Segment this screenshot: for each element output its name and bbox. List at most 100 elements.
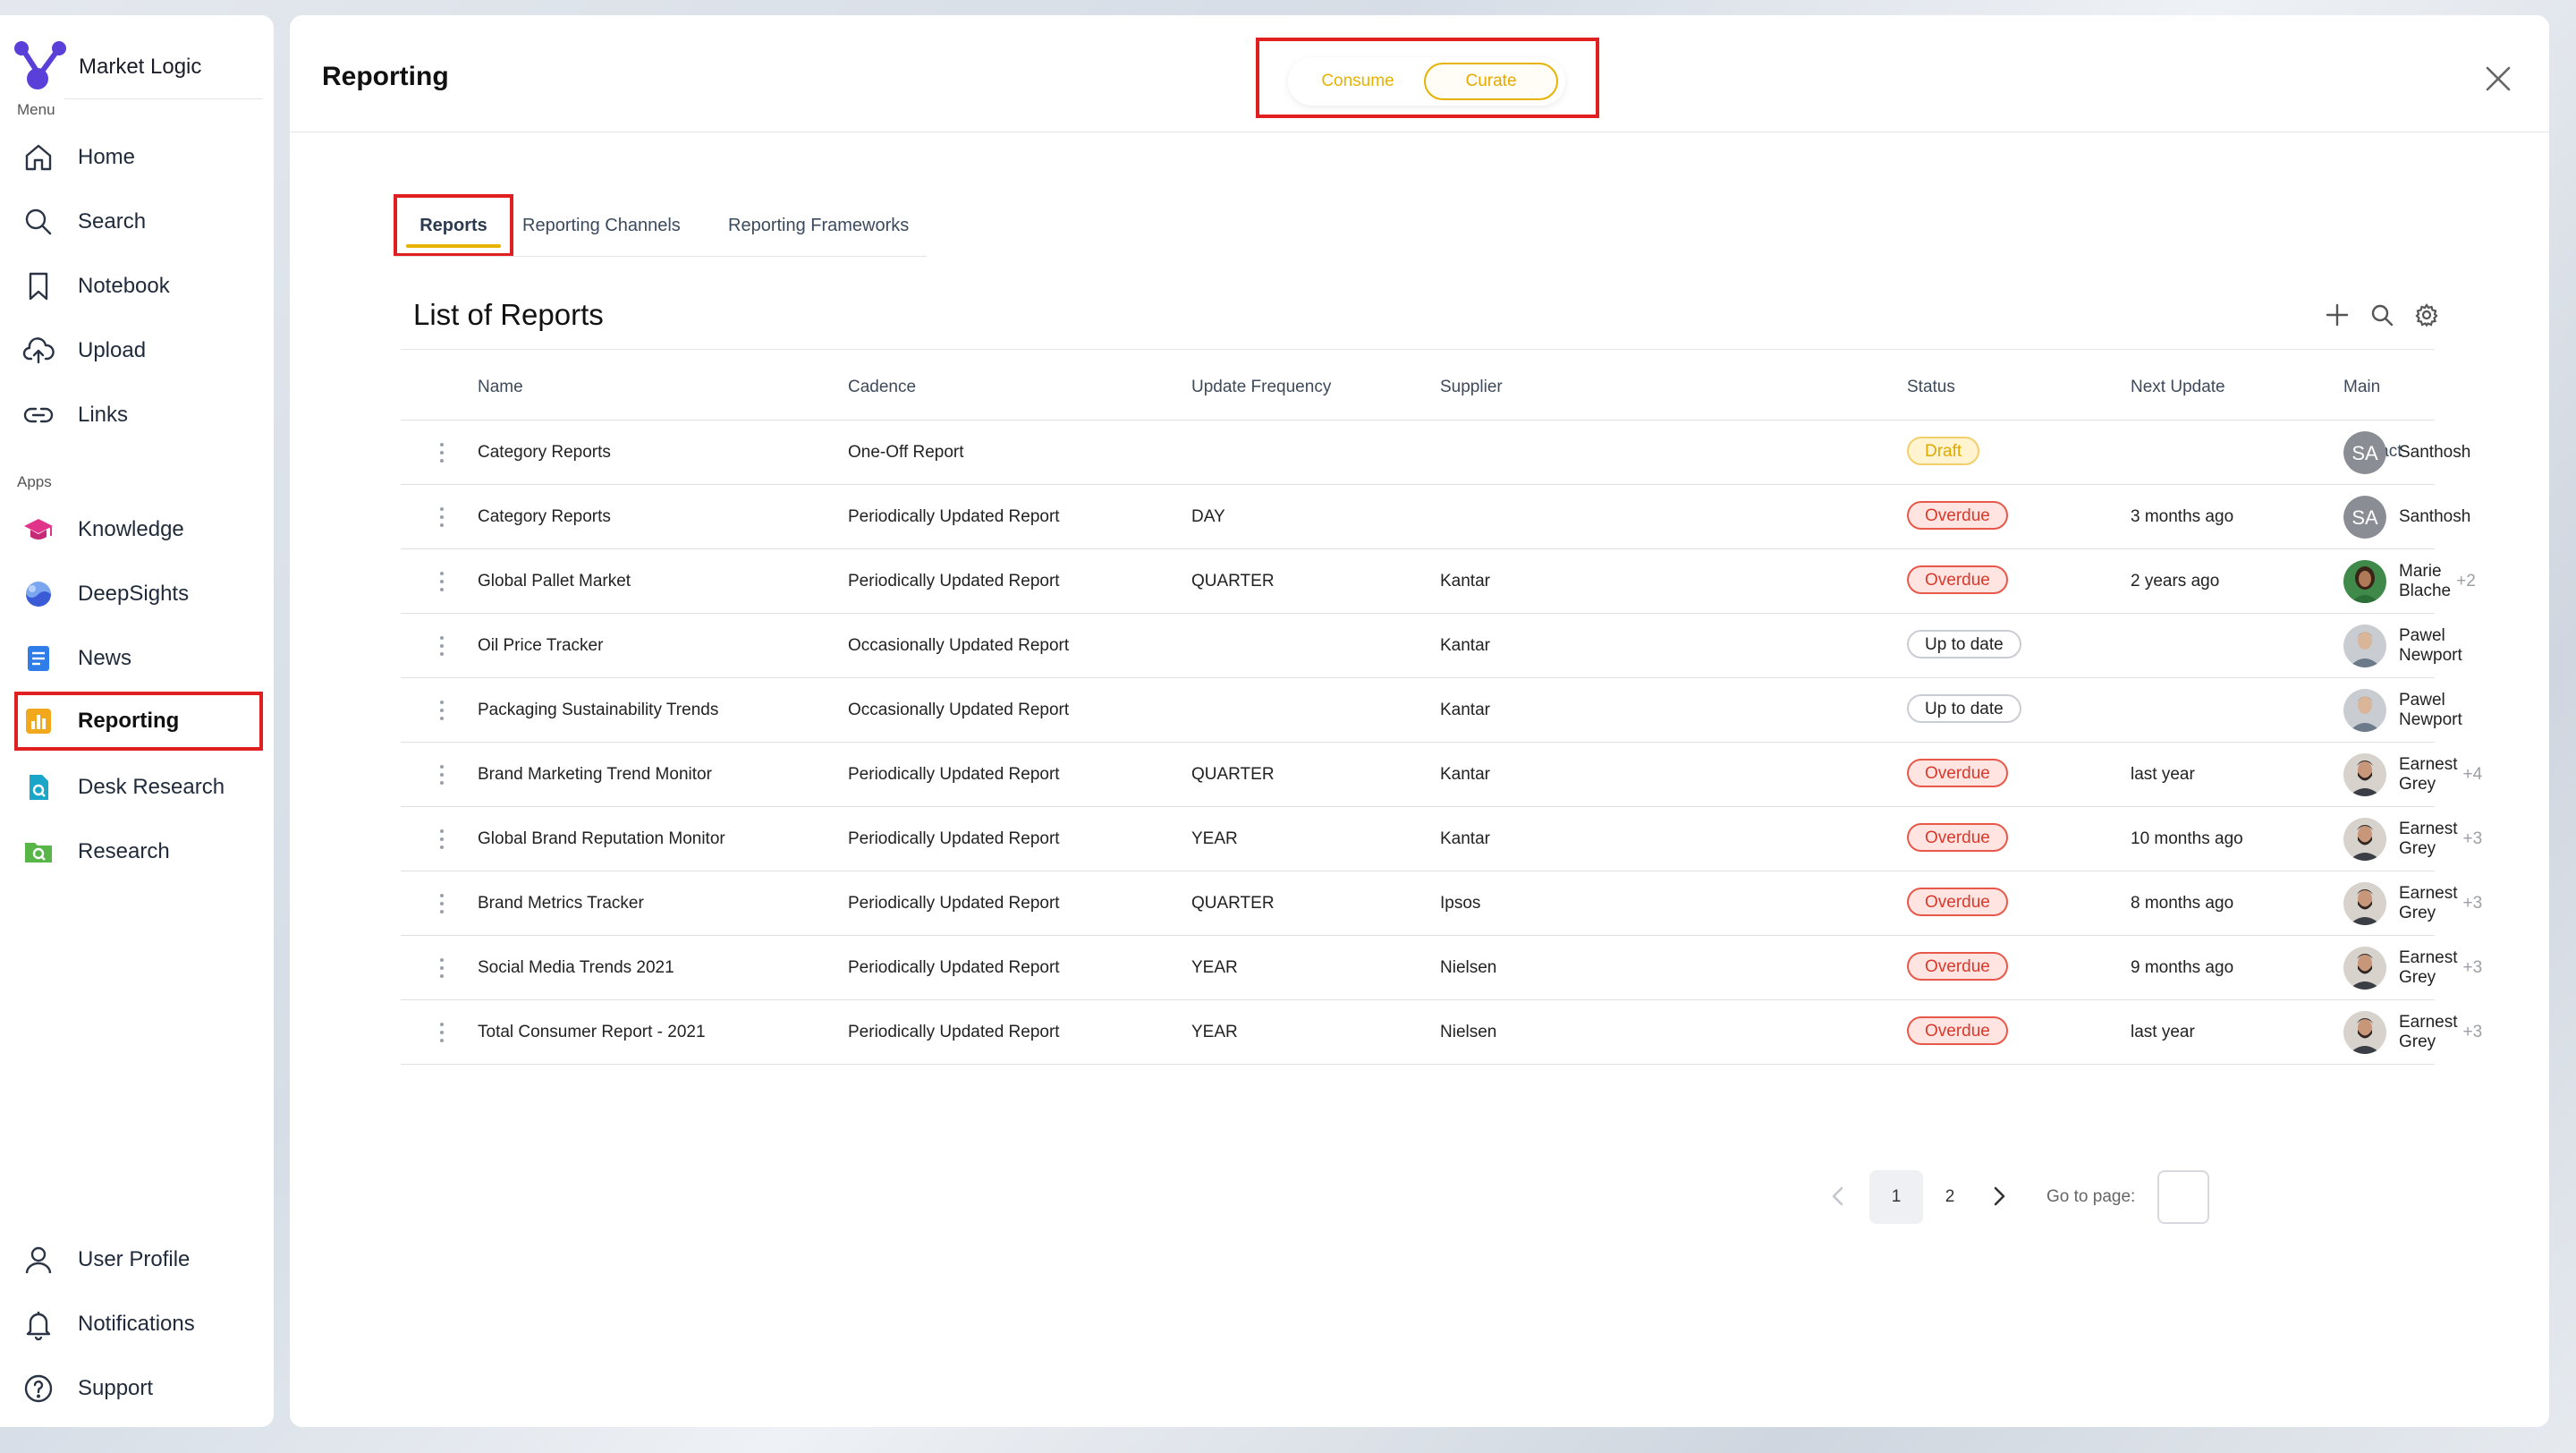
tab-reports[interactable]: Reports xyxy=(394,194,513,257)
sidebar-item-label: User Profile xyxy=(78,1247,191,1271)
bell-icon xyxy=(21,1306,56,1342)
sidebar-item-upload[interactable]: Upload xyxy=(14,321,263,380)
report-supplier: Kantar xyxy=(1440,829,1490,848)
table-row[interactable]: Packaging Sustainability Trends Occasiona… xyxy=(401,678,2462,743)
main-contact[interactable]: Pawel Newport xyxy=(2343,689,2468,732)
row-menu-icon[interactable] xyxy=(440,1023,444,1042)
report-supplier: Kantar xyxy=(1440,765,1490,784)
main-contact[interactable]: SA Santhosh xyxy=(2343,431,2476,474)
add-report-button[interactable] xyxy=(2322,300,2352,330)
report-name[interactable]: Social Media Trends 2021 xyxy=(478,936,674,999)
main-contact[interactable]: Pawel Newport xyxy=(2343,625,2468,667)
main-contact[interactable]: Earnest Grey +4 xyxy=(2343,753,2482,796)
sidebar-item-support[interactable]: Support xyxy=(14,1359,263,1418)
sidebar-item-user-profile[interactable]: User Profile xyxy=(14,1230,263,1289)
row-menu-icon[interactable] xyxy=(440,894,444,913)
contact-name: Earnest Grey xyxy=(2399,755,2458,794)
avatar xyxy=(2343,882,2386,925)
table-header: Name Cadence Update Frequency Supplier S… xyxy=(401,355,2435,461)
tab-reporting-channels[interactable]: Reporting Channels xyxy=(522,194,681,257)
report-cadence: Periodically Updated Report xyxy=(848,894,1060,913)
chevron-left-icon[interactable] xyxy=(1825,1183,1852,1210)
main-contact[interactable]: Earnest Grey +3 xyxy=(2343,882,2482,925)
sidebar: Market Logic Menu Home Search Notebook U… xyxy=(0,15,274,1427)
page-button-2[interactable]: 2 xyxy=(1923,1170,1977,1224)
row-menu-icon[interactable] xyxy=(440,507,444,527)
sidebar-item-deepsights[interactable]: DeepSights xyxy=(14,565,263,624)
report-name[interactable]: Brand Metrics Tracker xyxy=(478,871,644,935)
sidebar-item-knowledge[interactable]: Knowledge xyxy=(14,500,263,559)
column-header-name[interactable]: Name xyxy=(478,355,523,420)
tab-reporting-frameworks[interactable]: Reporting Frameworks xyxy=(728,194,909,257)
report-name[interactable]: Brand Marketing Trend Monitor xyxy=(478,743,712,806)
table-row[interactable]: Total Consumer Report - 2021 Periodically… xyxy=(401,1000,2482,1065)
graduation-cap-icon xyxy=(21,512,56,548)
row-menu-icon[interactable] xyxy=(440,765,444,785)
column-header-update-frequency[interactable]: Update Frequency xyxy=(1191,355,1331,420)
table-row[interactable]: Social Media Trends 2021 Periodically Upd… xyxy=(401,936,2482,1000)
help-icon xyxy=(21,1371,56,1406)
report-cadence: Periodically Updated Report xyxy=(848,958,1060,977)
table-row[interactable]: Global Brand Reputation Monitor Periodica… xyxy=(401,807,2482,871)
settings-button[interactable] xyxy=(2411,300,2442,330)
main-contact[interactable]: Marie Blache +2 xyxy=(2343,560,2476,603)
report-name[interactable]: Global Brand Reputation Monitor xyxy=(478,807,725,871)
table-row[interactable]: Brand Metrics Tracker Periodically Update… xyxy=(401,871,2482,936)
close-icon[interactable] xyxy=(2483,64,2513,94)
report-name[interactable]: Oil Price Tracker xyxy=(478,614,603,677)
report-name[interactable]: Packaging Sustainability Trends xyxy=(478,678,718,742)
report-name[interactable]: Category Reports xyxy=(478,421,611,484)
table-row[interactable]: Category Reports One-Off Report Draft SA San… xyxy=(401,421,2470,485)
sidebar-item-research[interactable]: Research xyxy=(14,822,263,881)
sidebar-item-notebook[interactable]: Notebook xyxy=(14,257,263,316)
sidebar-item-label: Upload xyxy=(78,338,147,362)
row-menu-icon[interactable] xyxy=(440,636,444,656)
report-cadence: Periodically Updated Report xyxy=(848,507,1060,526)
sidebar-item-news[interactable]: News xyxy=(14,629,263,688)
search-reports-button[interactable] xyxy=(2367,300,2397,330)
main-contact[interactable]: Earnest Grey +3 xyxy=(2343,947,2482,990)
sidebar-item-home[interactable]: Home xyxy=(14,128,263,187)
status-badge: Overdue xyxy=(1907,823,2008,852)
market-logic-logo-icon xyxy=(14,41,66,89)
report-frequency: QUARTER xyxy=(1191,765,1275,784)
mode-curate-option[interactable]: Curate xyxy=(1424,63,1558,100)
mode-consume-option[interactable]: Consume xyxy=(1297,63,1419,100)
row-menu-icon[interactable] xyxy=(440,829,444,849)
table-row[interactable]: Category Reports Periodically Updated Rep… xyxy=(401,485,2470,549)
row-menu-icon[interactable] xyxy=(440,443,444,463)
sidebar-item-reporting[interactable]: Reporting xyxy=(14,692,263,751)
row-menu-icon[interactable] xyxy=(440,572,444,591)
column-header-status[interactable]: Status xyxy=(1907,355,1955,420)
status-badge: Draft xyxy=(1907,437,1980,465)
brand[interactable]: Market Logic xyxy=(11,40,201,94)
cloud-upload-icon xyxy=(21,333,56,369)
sidebar-item-links[interactable]: Links xyxy=(14,386,263,445)
report-name[interactable]: Total Consumer Report - 2021 xyxy=(478,1000,706,1064)
table-row[interactable]: Oil Price Tracker Occasionally Updated Re… xyxy=(401,614,2462,678)
column-header-next-update[interactable]: Next Update xyxy=(2131,355,2225,420)
row-menu-icon[interactable] xyxy=(440,701,444,720)
main-contact[interactable]: Earnest Grey +3 xyxy=(2343,818,2482,861)
report-name[interactable]: Category Reports xyxy=(478,485,611,548)
go-to-page-input[interactable] xyxy=(2157,1170,2209,1224)
sidebar-item-search[interactable]: Search xyxy=(14,192,263,251)
main-contact[interactable]: SA Santhosh xyxy=(2343,496,2476,539)
sidebar-item-desk-research[interactable]: Desk Research xyxy=(14,758,263,817)
svg-text:SA: SA xyxy=(2351,506,2378,529)
news-icon xyxy=(21,641,56,676)
status-badge: Overdue xyxy=(1907,1016,2008,1045)
page-button-1[interactable]: 1 xyxy=(1869,1170,1923,1224)
report-next-update: 9 months ago xyxy=(2131,958,2234,977)
report-cadence: Periodically Updated Report xyxy=(848,572,1060,591)
main-contact[interactable]: Earnest Grey +3 xyxy=(2343,1011,2482,1054)
row-menu-icon[interactable] xyxy=(440,958,444,978)
table-row[interactable]: Global Pallet Market Periodically Updated… xyxy=(401,549,2476,614)
chevron-right-icon[interactable] xyxy=(1986,1183,2012,1210)
report-name[interactable]: Global Pallet Market xyxy=(478,549,631,613)
menu-section-label: Menu xyxy=(17,101,55,118)
table-row[interactable]: Brand Marketing Trend Monitor Periodicall… xyxy=(401,743,2482,807)
column-header-cadence[interactable]: Cadence xyxy=(848,355,916,420)
column-header-supplier[interactable]: Supplier xyxy=(1440,355,1503,420)
sidebar-item-notifications[interactable]: Notifications xyxy=(14,1295,263,1354)
